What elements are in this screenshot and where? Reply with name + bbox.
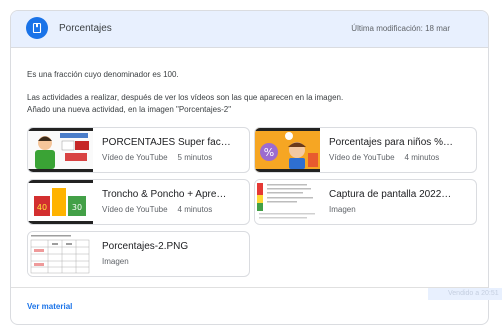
svg-text:40: 40 bbox=[37, 203, 47, 212]
attachment-duration: 5 minutos bbox=[177, 153, 213, 162]
material-icon bbox=[26, 17, 48, 39]
attachment-type: Vídeo de YouTube bbox=[102, 205, 168, 214]
attachment-meta: Vídeo de YouTube 5 minutos bbox=[102, 153, 212, 162]
svg-text:%: % bbox=[264, 146, 274, 159]
attachment-card[interactable]: Captura de pantalla 2022… Imagen bbox=[254, 179, 477, 225]
material-title: Porcentajes bbox=[59, 23, 112, 34]
video-thumbnail-troncho-icon: 40 30 bbox=[28, 180, 93, 224]
attachment-title[interactable]: PORCENTAJES Super fac… bbox=[102, 137, 243, 148]
attachment-type: Imagen bbox=[102, 257, 129, 266]
attachment-title[interactable]: Porcentajes para niños %… bbox=[329, 137, 470, 148]
image-thumbnail-table-icon bbox=[28, 232, 93, 276]
attachment-duration: 4 minutos bbox=[177, 205, 213, 214]
attachment-duration: 4 minutos bbox=[404, 153, 440, 162]
attachment-title[interactable]: Captura de pantalla 2022… bbox=[329, 189, 470, 200]
view-material-link[interactable]: Ver material bbox=[27, 302, 72, 311]
card-header[interactable]: Porcentajes Última modificación: 18 mar bbox=[11, 11, 488, 48]
attachment-card[interactable]: 40 30 Troncho & Poncho + Apre… Vídeo de … bbox=[27, 179, 250, 225]
attachment-card[interactable]: % Porcentajes para niños %… Vídeo de You… bbox=[254, 127, 477, 173]
description-line: Es una fracción cuyo denominador es 100. bbox=[27, 70, 179, 79]
video-thumbnail-porcentajes-icon bbox=[28, 128, 93, 172]
image-thumbnail-captura-icon bbox=[255, 180, 320, 224]
attachment-title[interactable]: Porcentajes-2.PNG bbox=[102, 241, 243, 252]
svg-text:30: 30 bbox=[72, 203, 82, 212]
attachment-meta: Vídeo de YouTube 4 minutos bbox=[102, 205, 212, 214]
attachment-meta: Imagen bbox=[102, 257, 129, 266]
attachment-card[interactable]: Porcentajes-2.PNG Imagen bbox=[27, 231, 250, 277]
material-card: Porcentajes Última modificación: 18 mar … bbox=[10, 10, 489, 325]
attachment-type: Vídeo de YouTube bbox=[329, 153, 395, 162]
attachment-title[interactable]: Troncho & Poncho + Apre… bbox=[102, 189, 243, 200]
last-modified: Última modificación: 18 mar bbox=[351, 24, 450, 33]
attachment-meta: Imagen bbox=[329, 205, 356, 214]
description-line: Las actividades a realizar, después de v… bbox=[27, 93, 344, 102]
card-footer: Ver material bbox=[11, 287, 488, 324]
video-thumbnail-ninos-icon: % bbox=[255, 128, 320, 172]
attachment-type: Imagen bbox=[329, 205, 356, 214]
attachment-meta: Vídeo de YouTube 4 minutos bbox=[329, 153, 439, 162]
attachment-type: Vídeo de YouTube bbox=[102, 153, 168, 162]
attachment-card[interactable]: PORCENTAJES Super fac… Vídeo de YouTube 5… bbox=[27, 127, 250, 173]
description-line: Añado una nueva actividad, en la imagen … bbox=[27, 104, 232, 114]
faded-overlay-chip: Vendido a 20:51 bbox=[428, 288, 502, 300]
material-description: Es una fracción cuyo denominador es 100.… bbox=[27, 69, 475, 115]
